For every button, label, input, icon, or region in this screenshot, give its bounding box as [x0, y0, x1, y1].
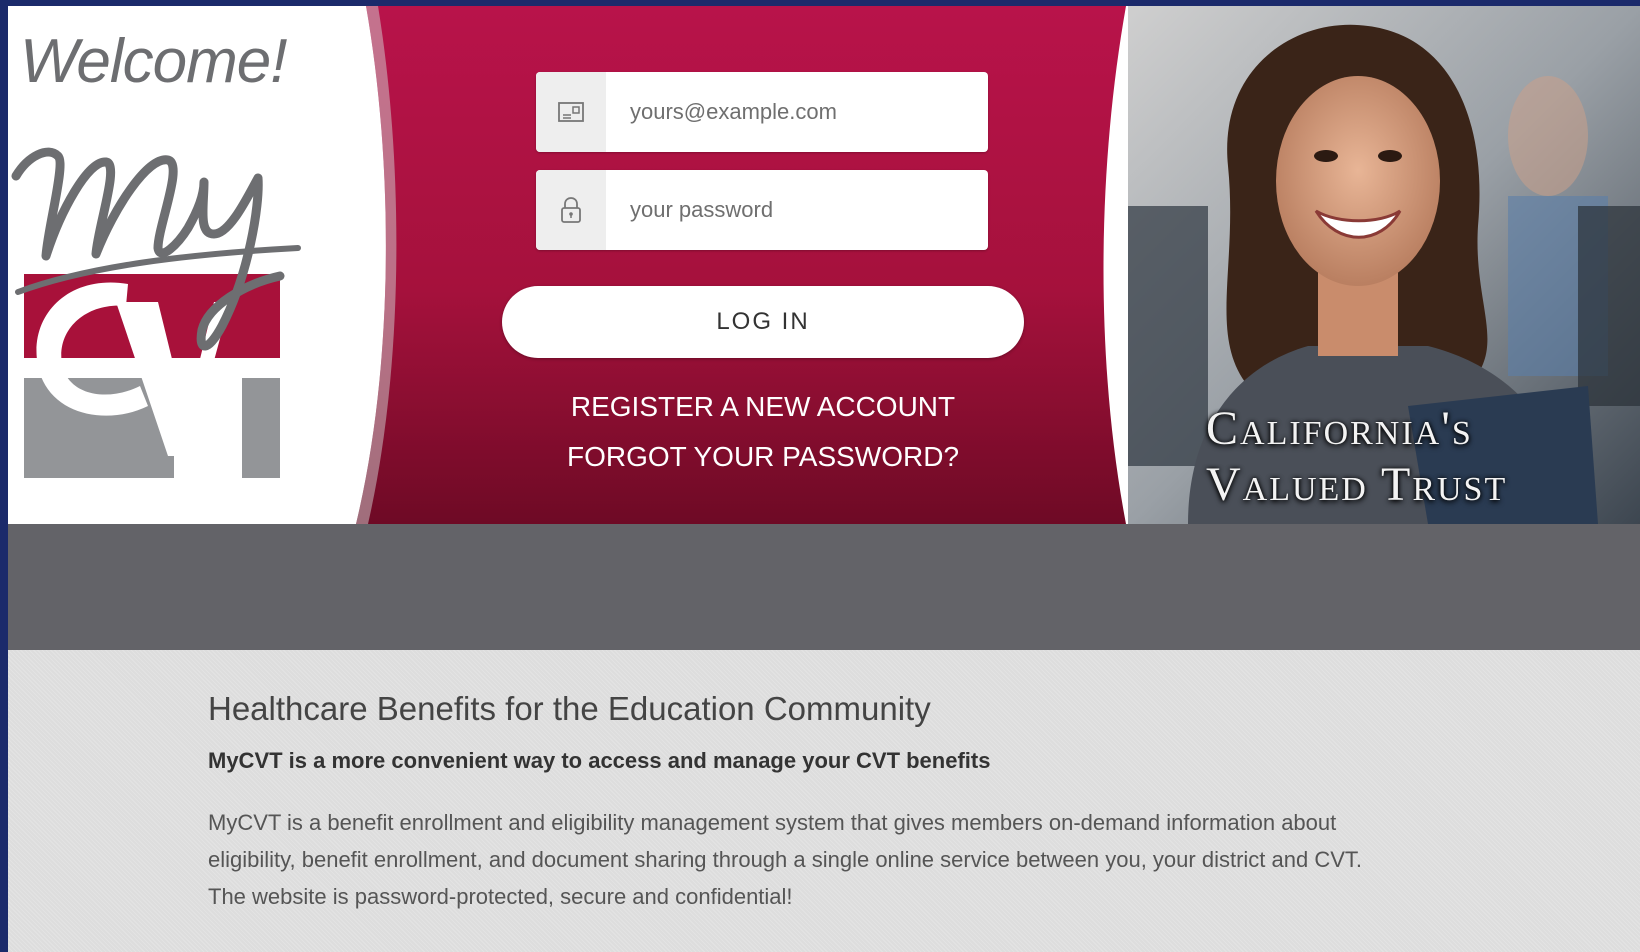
- welcome-heading: Welcome!: [20, 27, 287, 96]
- section-paragraph: MyCVT is a benefit enrollment and eligib…: [208, 810, 1363, 909]
- id-card-icon: [536, 72, 606, 152]
- forgot-password-link[interactable]: FORGOT YOUR PASSWORD?: [502, 441, 1024, 473]
- hero-banner: Welcome! California's Valued Trust yours…: [8, 6, 1640, 524]
- info-content: Healthcare Benefits for the Education Co…: [208, 690, 1408, 915]
- password-field-wrapper: [536, 170, 988, 250]
- lock-icon: [536, 170, 606, 250]
- info-section: Healthcare Benefits for the Education Co…: [8, 650, 1640, 952]
- hero-photo: California's Valued Trust: [1128, 6, 1640, 524]
- tagline-line-1: California's: [1206, 402, 1473, 455]
- section-heading: Healthcare Benefits for the Education Co…: [208, 690, 931, 727]
- register-account-link[interactable]: REGISTER A NEW ACCOUNT: [502, 391, 1024, 423]
- login-button[interactable]: LOG IN: [502, 286, 1024, 358]
- password-input[interactable]: [606, 170, 988, 250]
- gray-band: [8, 524, 1640, 650]
- tagline-line-2: Valued Trust: [1206, 458, 1508, 511]
- section-subheading: MyCVT is a more convenient way to access…: [208, 748, 991, 773]
- page-frame: Welcome! California's Valued Trust yours…: [8, 6, 1640, 952]
- email-field-wrapper: [536, 72, 988, 152]
- mycvt-logo: [8, 116, 328, 491]
- email-input[interactable]: [606, 72, 988, 152]
- tagline: California's Valued Trust: [1206, 401, 1636, 513]
